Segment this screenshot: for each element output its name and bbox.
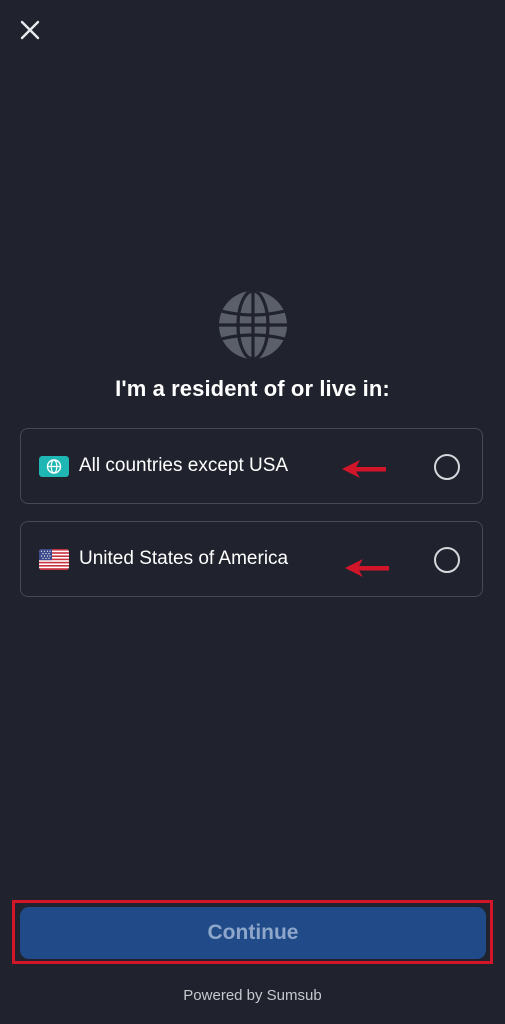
- close-button[interactable]: [14, 14, 46, 46]
- us-flag-icon: [39, 549, 69, 570]
- option-label: United States of America: [79, 548, 289, 569]
- option-all-countries-except-usa[interactable]: All countries except USA: [20, 428, 483, 504]
- arrow-left-icon: [342, 460, 386, 478]
- option-united-states-of-america[interactable]: United States of America: [20, 521, 483, 597]
- arrow-left-icon: [345, 559, 389, 577]
- globe-badge-icon: [39, 456, 69, 477]
- radio-button[interactable]: [434, 454, 460, 480]
- powered-by-footer: Powered by Sumsub: [183, 987, 322, 1004]
- page-title: I'm a resident of or live in:: [115, 376, 390, 401]
- radio-button[interactable]: [434, 547, 460, 573]
- continue-button[interactable]: Continue: [20, 907, 486, 959]
- close-icon: [20, 20, 40, 40]
- globe-icon: [219, 291, 287, 359]
- option-label: All countries except USA: [79, 455, 289, 476]
